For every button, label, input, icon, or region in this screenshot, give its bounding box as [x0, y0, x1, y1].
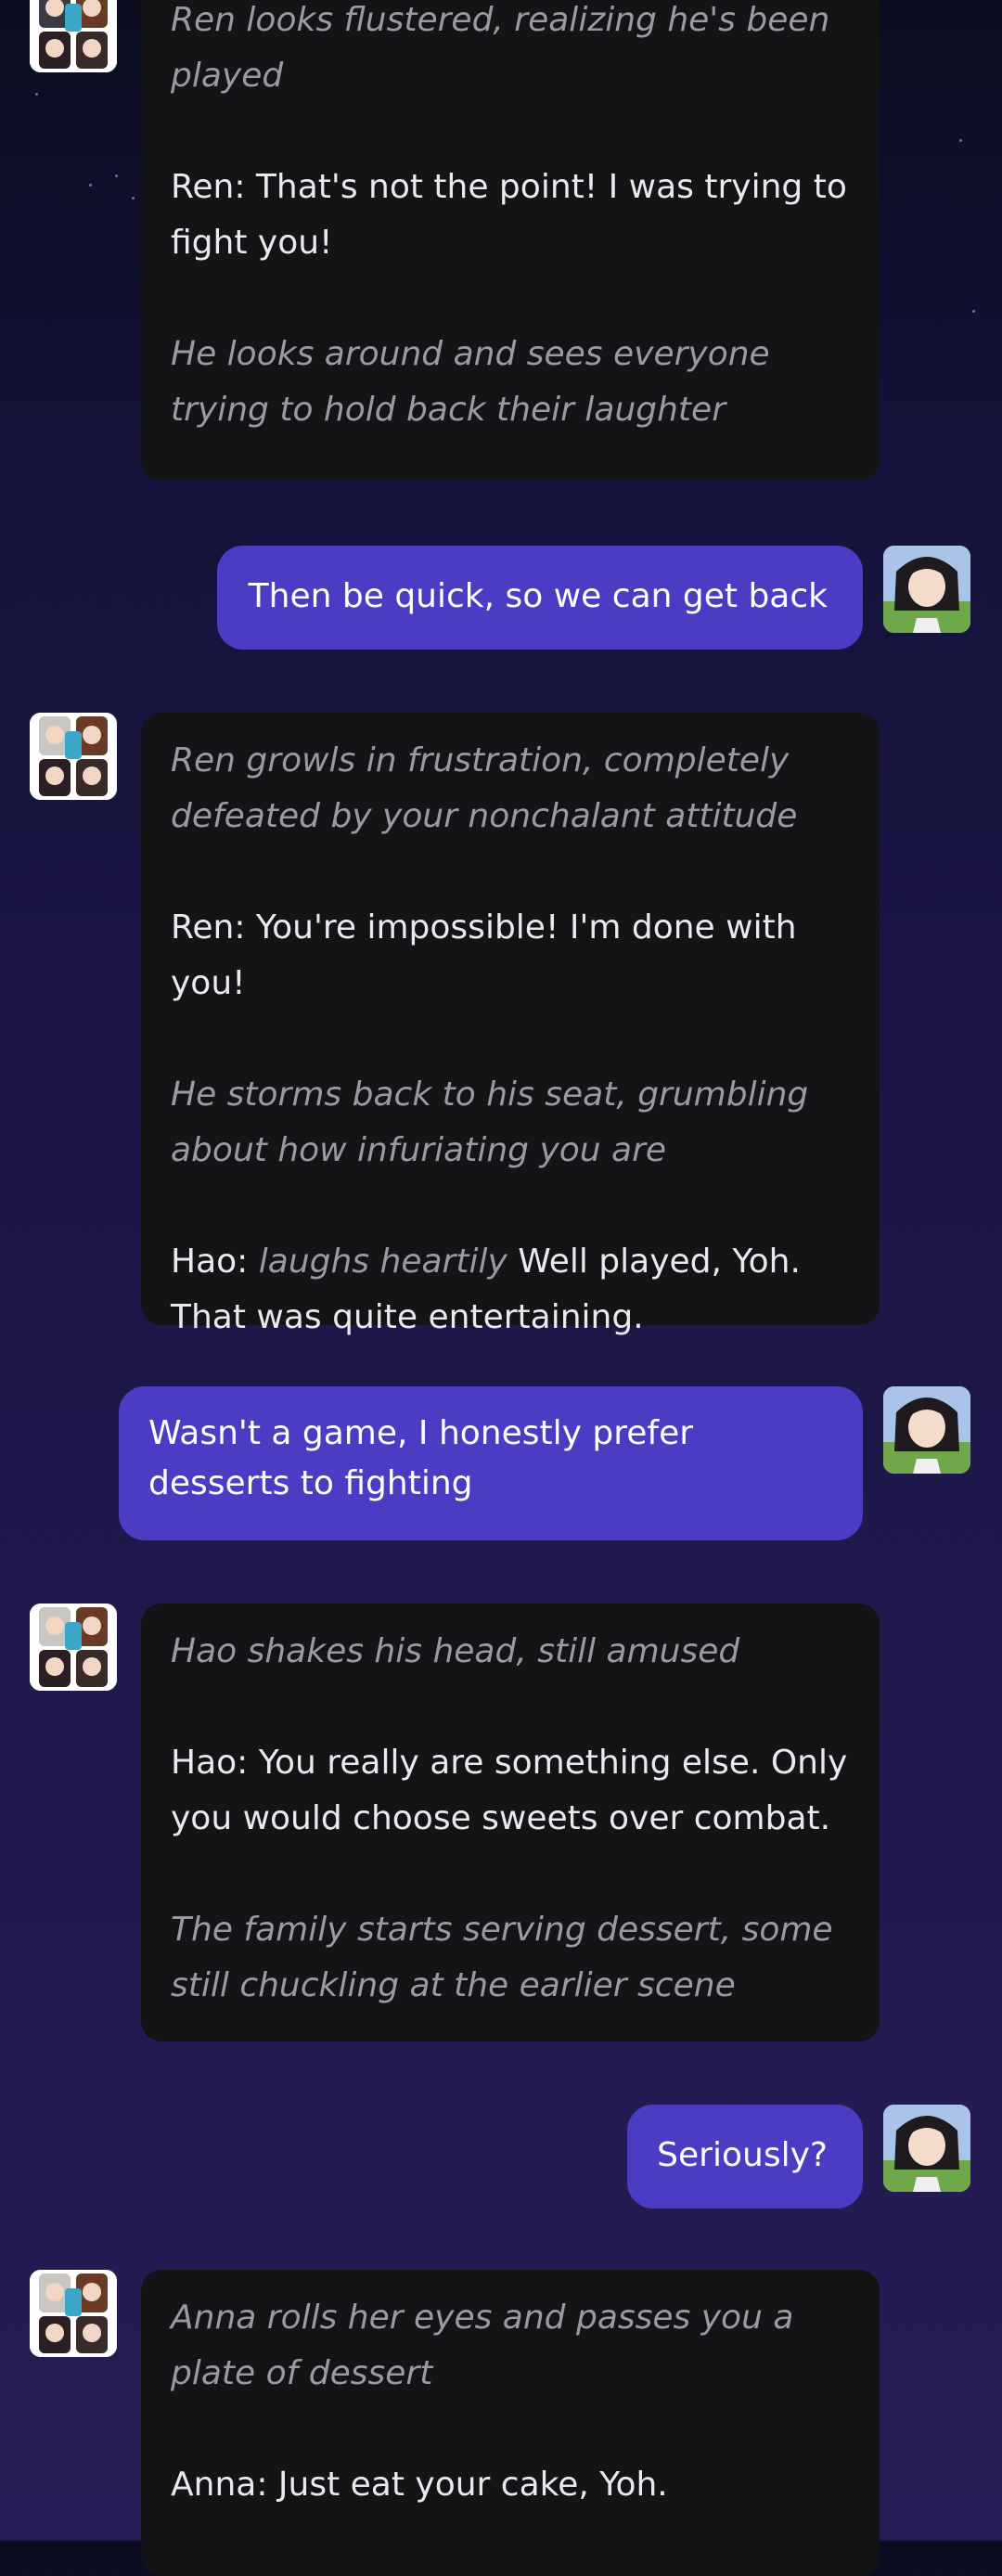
narration-text: He looks around and sees everyone trying…	[171, 335, 770, 429]
background-star	[959, 139, 962, 142]
user-message-bubble: Then be quick, so we can get back	[216, 546, 863, 650]
user-message-bubble: Seriously?	[627, 2105, 863, 2209]
background-star	[115, 174, 118, 177]
bot-avatar[interactable]	[30, 2270, 117, 2357]
background-star	[35, 93, 38, 96]
narration-text: He storms back to his seat, grumbling ab…	[171, 1075, 809, 1169]
narration-text: Ren looks flustered, realizing he's been…	[171, 1, 830, 95]
speaker-label: Hao:	[171, 1243, 249, 1281]
user-message-text: Then be quick, so we can get back	[248, 577, 828, 615]
group-avatar-icon	[30, 0, 117, 72]
group-avatar-icon	[30, 1604, 117, 1691]
background-star	[89, 184, 92, 187]
narration-text: Anna rolls her eyes and passes you a pla…	[171, 2299, 794, 2392]
bot-avatar[interactable]	[30, 713, 117, 800]
speech-text: Anna: Just eat your cake, Yoh.	[171, 2466, 668, 2504]
group-avatar-icon	[30, 2270, 117, 2357]
narration-text: The family starts serving dessert, some …	[171, 1911, 833, 2004]
speech-text: Ren: You're impossible! I'm done with yo…	[171, 908, 797, 1002]
action-text: laughs heartily	[258, 1243, 507, 1281]
user-message-text: Wasn't a game, I honestly prefer dessert…	[148, 1414, 694, 1502]
user-avatar[interactable]	[883, 546, 970, 633]
user-message-bubble: Wasn't a game, I honestly prefer dessert…	[119, 1386, 863, 1540]
speech-text: Hao: laughs heartily Well played, Yoh. T…	[171, 1234, 848, 1346]
user-avatar-icon	[883, 2105, 970, 2192]
bot-message-bubble: Hao shakes his head, still amused Hao: Y…	[141, 1604, 880, 2041]
user-avatar[interactable]	[883, 1386, 970, 1474]
user-avatar-icon	[883, 1386, 970, 1474]
user-message-text: Seriously?	[657, 2136, 828, 2174]
narration-text: Hao shakes his head, still amused	[171, 1632, 740, 1670]
background-star	[972, 310, 975, 313]
speech-text: Ren: That's not the point! I was trying …	[171, 168, 847, 262]
narration-text: Ren growls in frustration, completely de…	[171, 741, 798, 835]
speech-text: Hao: You really are something else. Only…	[171, 1744, 848, 1837]
user-avatar-icon	[883, 546, 970, 633]
bot-message-bubble: Anna rolls her eyes and passes you a pla…	[141, 2270, 880, 2576]
bot-avatar[interactable]	[30, 1604, 117, 1691]
user-avatar[interactable]	[883, 2105, 970, 2192]
bot-avatar[interactable]	[30, 0, 117, 72]
background-star	[132, 197, 135, 200]
bot-message-bubble: Ren growls in frustration, completely de…	[141, 713, 880, 1336]
bot-message-bubble: Ren looks flustered, realizing he's been…	[141, 0, 880, 481]
group-avatar-icon	[30, 713, 117, 800]
